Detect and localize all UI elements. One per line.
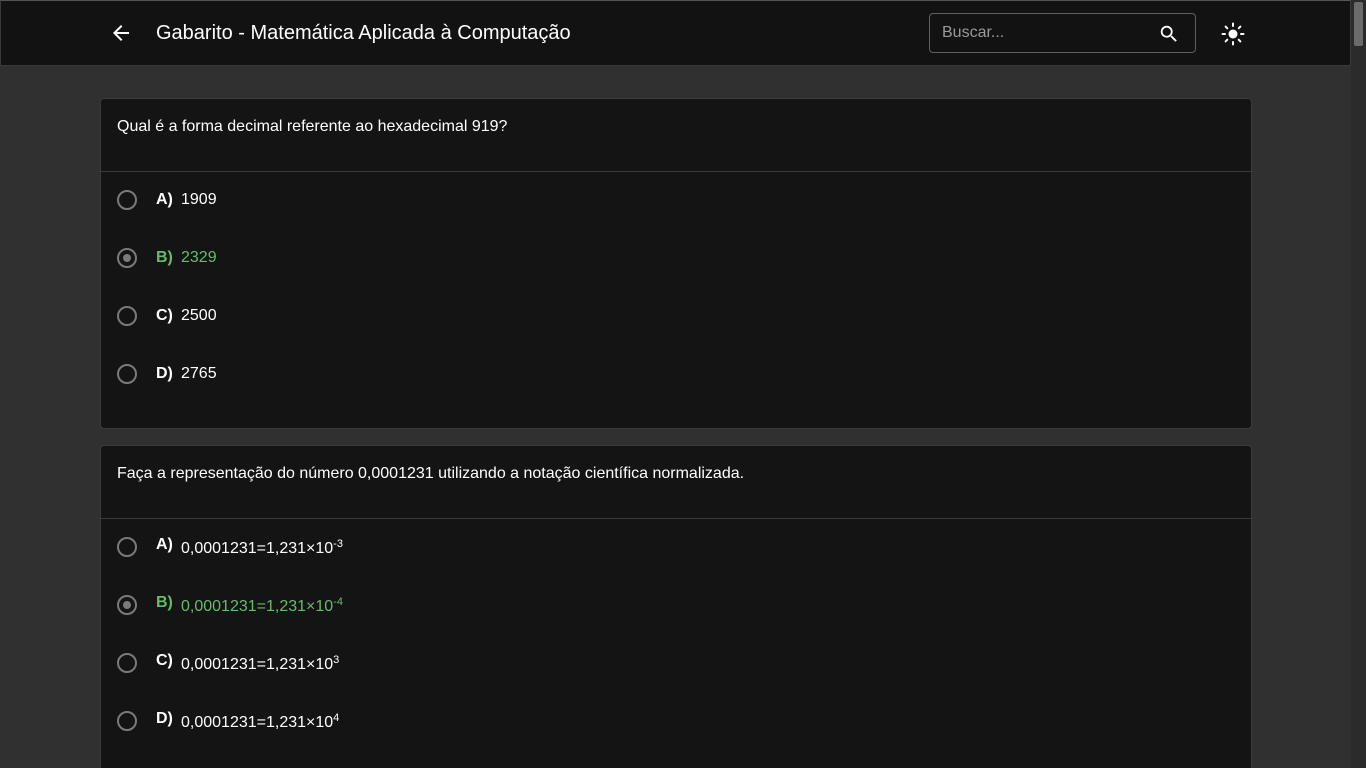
option-letter: A) — [156, 191, 173, 208]
search-icon[interactable] — [1158, 23, 1180, 45]
option-letter: C) — [156, 307, 173, 324]
theme-toggle-button[interactable] — [1213, 14, 1253, 54]
divider — [101, 171, 1251, 172]
page-title: Gabarito - Matemática Aplicada à Computa… — [156, 22, 571, 44]
option-a[interactable]: A) 1909 — [101, 180, 701, 220]
vertical-scrollbar[interactable] — [1351, 0, 1366, 768]
radio-button[interactable] — [117, 537, 137, 557]
arrow-left-icon — [113, 25, 129, 41]
option-d[interactable]: D) 0,0001231=1,231×104 — [101, 701, 701, 741]
option-d[interactable]: D) 2765 — [101, 354, 701, 394]
option-c[interactable]: C) 0,0001231=1,231×103 — [101, 643, 701, 683]
exponent: 3 — [333, 654, 340, 666]
option-letter: B) — [156, 594, 173, 611]
radio-button[interactable] — [117, 190, 137, 210]
question-card: Qual é a forma decimal referente ao hexa… — [100, 98, 1252, 429]
question-text: Qual é a forma decimal referente ao hexa… — [117, 118, 508, 135]
app-bar: Gabarito - Matemática Aplicada à Computa… — [0, 0, 1351, 66]
divider — [101, 518, 1251, 519]
option-text: 0,0001231=1,231×104 — [181, 712, 340, 732]
radio-button[interactable] — [117, 306, 137, 326]
exponent: -4 — [333, 596, 343, 608]
option-text: 2765 — [181, 365, 217, 382]
option-letter: D) — [156, 710, 173, 727]
option-text: 0,0001231=1,231×10-4 — [181, 596, 343, 616]
radio-button[interactable] — [117, 711, 137, 731]
option-c[interactable]: C) 2500 — [101, 296, 701, 336]
radio-button-checked[interactable] — [117, 248, 137, 268]
option-letter: D) — [156, 365, 173, 382]
option-b[interactable]: B) 0,0001231=1,231×10-4 — [101, 585, 701, 625]
option-a[interactable]: A) 0,0001231=1,231×10-3 — [101, 527, 701, 567]
sun-icon — [1221, 22, 1245, 46]
option-text: 2329 — [181, 249, 217, 266]
question-card: Faça a representação do número 0,0001231… — [100, 445, 1252, 768]
radio-button-checked[interactable] — [117, 595, 137, 615]
back-button[interactable] — [101, 13, 141, 53]
search-box[interactable] — [929, 13, 1196, 53]
option-text: 0,0001231=1,231×10-3 — [181, 538, 343, 558]
exponent: -3 — [333, 538, 343, 550]
option-letter: A) — [156, 536, 173, 553]
radio-button[interactable] — [117, 364, 137, 384]
search-input[interactable] — [942, 14, 1142, 52]
option-text: 2500 — [181, 307, 217, 324]
option-text: 1909 — [181, 191, 217, 208]
radio-button[interactable] — [117, 653, 137, 673]
question-text: Faça a representação do número 0,0001231… — [117, 465, 745, 482]
option-text: 0,0001231=1,231×103 — [181, 654, 340, 674]
scrollbar-thumb[interactable] — [1354, 2, 1363, 46]
exponent: 4 — [333, 712, 340, 724]
option-letter: B) — [156, 249, 173, 266]
page: Gabarito - Matemática Aplicada à Computa… — [0, 0, 1351, 768]
option-b[interactable]: B) 2329 — [101, 238, 701, 278]
option-letter: C) — [156, 652, 173, 669]
